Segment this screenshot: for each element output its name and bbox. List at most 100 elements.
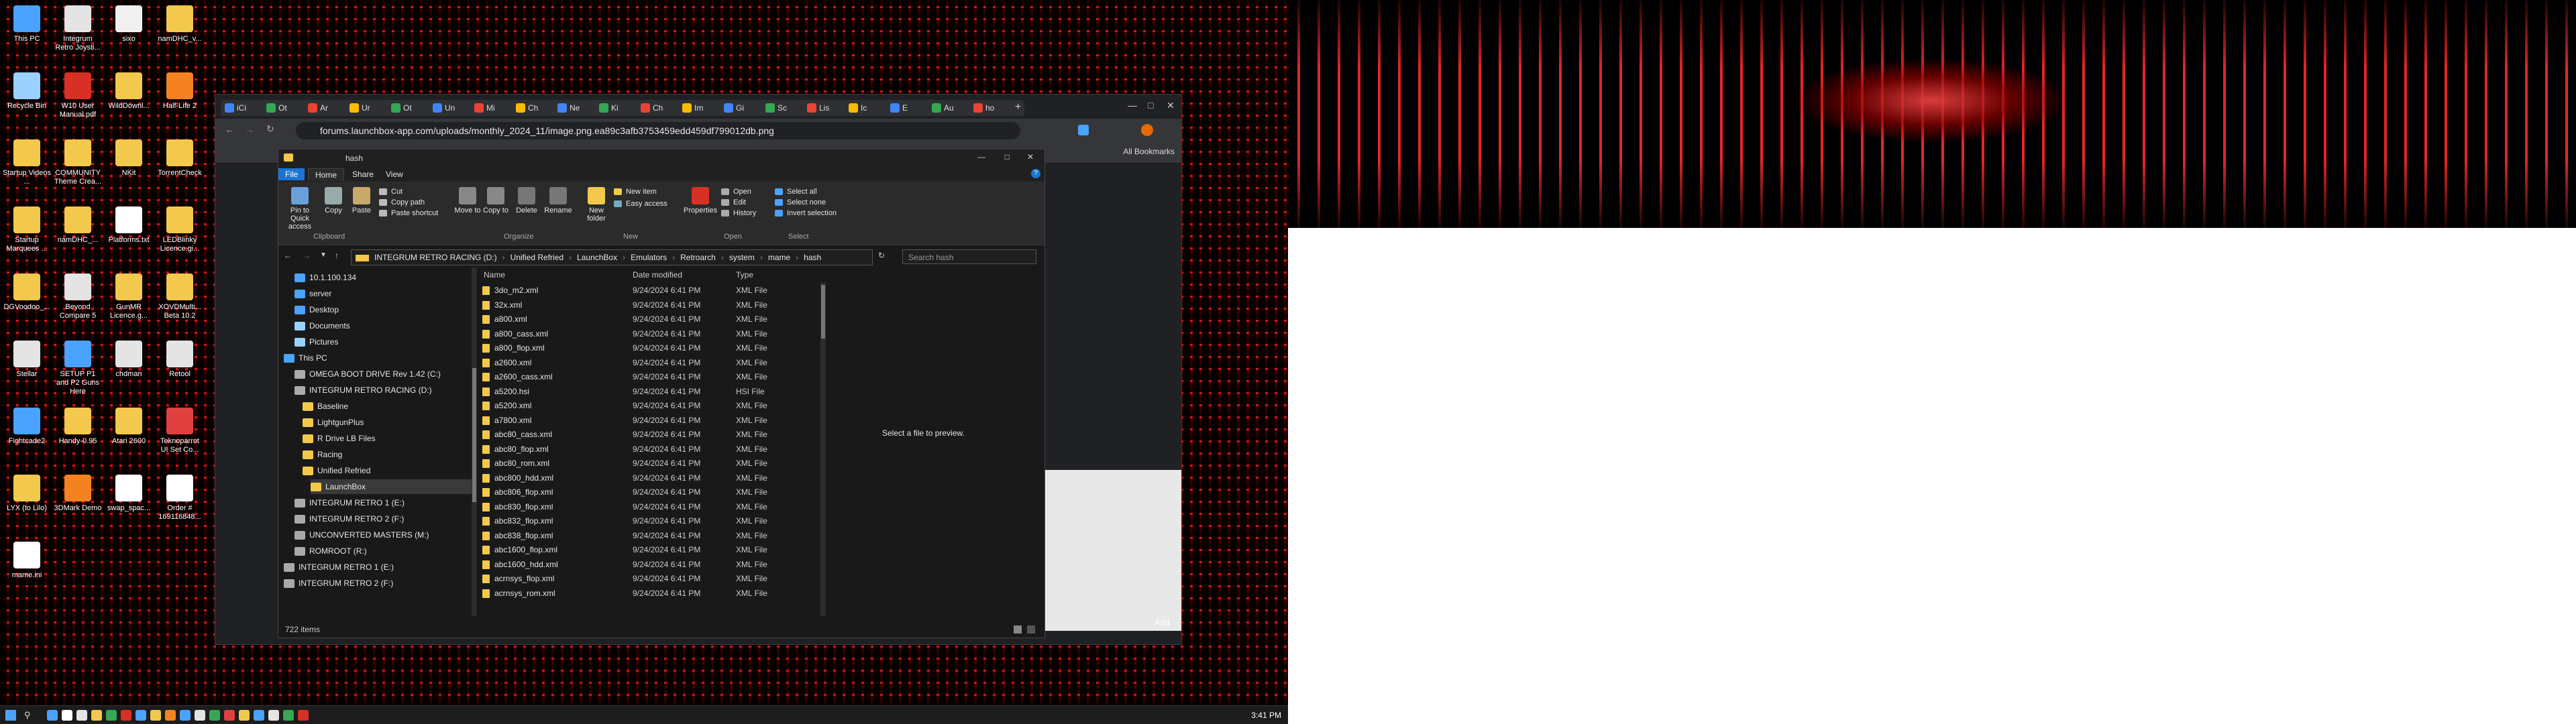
desktop-icon[interactable]: swap_spac... <box>105 472 153 534</box>
copy-path-button[interactable]: Copy path <box>379 198 425 207</box>
desktop-icon[interactable]: Teknoparrot UI Set Co... <box>156 405 204 467</box>
search-icon[interactable]: ⚲ <box>24 710 31 721</box>
breadcrumb-chevron-icon[interactable]: › <box>757 253 765 262</box>
new-item-button[interactable]: New item <box>614 187 657 196</box>
taskbar-app-icon[interactable] <box>254 710 264 721</box>
copy-to-button[interactable]: Copy to <box>482 187 509 215</box>
desktop-icon[interactable]: Order # 169116848... <box>156 472 204 534</box>
file-row[interactable]: abc830_flop.xml 9/24/2024 6:41 PM XML File <box>478 500 814 514</box>
breadcrumb-segment[interactable]: Unified Refried <box>508 253 566 262</box>
paste-button[interactable]: Paste <box>348 187 375 215</box>
tab-home[interactable]: Home <box>308 168 345 181</box>
nav-item[interactable]: This PC <box>284 351 327 365</box>
taskbar-app-icon[interactable] <box>224 710 235 721</box>
breadcrumb-chevron-icon[interactable]: › <box>566 253 574 262</box>
breadcrumb-segment[interactable]: system <box>727 253 757 262</box>
clock[interactable]: 3:41 PM <box>1251 711 1281 720</box>
desktop-icon[interactable]: Retool <box>156 338 204 400</box>
copy-button[interactable]: Copy <box>320 187 347 215</box>
select-none-button[interactable]: Select none <box>775 198 826 207</box>
breadcrumb-chevron-icon[interactable]: › <box>500 253 508 262</box>
desktop-icon[interactable]: WildDownl... <box>105 70 153 131</box>
file-row[interactable]: a800_cass.xml 9/24/2024 6:41 PM XML File <box>478 327 814 341</box>
desktop-icon[interactable]: GunMR Licence.g... <box>105 271 153 333</box>
nav-item[interactable]: INTEGRUM RETRO 1 (E:) <box>294 495 405 510</box>
desktop-icon[interactable]: Integrum Retro Joysti... <box>54 3 102 64</box>
desktop-icon[interactable]: TorrentCheck <box>156 137 204 198</box>
nav-item[interactable]: Unified Refried <box>303 463 370 478</box>
nav-item[interactable]: 10.1.100.134 <box>294 270 356 285</box>
desktop-icon[interactable]: XOVDMulti... Beta 10.2 <box>156 271 204 333</box>
history-button[interactable]: History <box>721 208 756 218</box>
file-row[interactable]: acrnsys_flop.xml 9/24/2024 6:41 PM XML Fil… <box>478 572 814 586</box>
select-all-button[interactable]: Select all <box>775 187 817 196</box>
desktop-icon[interactable]: LEDBlinky Licence.gi... <box>156 204 204 265</box>
file-row[interactable]: abc832_flop.xml 9/24/2024 6:41 PM XML File <box>478 514 814 528</box>
new-folder-button[interactable]: New folder <box>583 187 610 223</box>
taskbar-app-icon[interactable] <box>298 710 309 721</box>
nav-item[interactable]: LightgunPlus <box>303 415 364 430</box>
file-row[interactable]: a800.xml 9/24/2024 6:41 PM XML File <box>478 312 814 326</box>
taskbar-app-icon[interactable] <box>106 710 117 721</box>
forward-icon[interactable]: → <box>245 124 254 135</box>
extension-icon[interactable] <box>1078 125 1089 135</box>
file-row[interactable]: abc80_rom.xml 9/24/2024 6:41 PM XML File <box>478 457 814 471</box>
nav-scrollbar[interactable] <box>472 267 477 616</box>
forward-icon[interactable]: → <box>303 251 311 260</box>
back-icon[interactable]: ← <box>284 251 292 260</box>
tab-share[interactable]: Share <box>345 168 380 180</box>
nav-item[interactable]: OMEGA BOOT DRIVE Rev 1.42 (C:) <box>294 367 441 381</box>
taskbar-app-icon[interactable] <box>76 710 87 721</box>
nav-item[interactable]: INTEGRUM RETRO 2 (F:) <box>294 511 404 526</box>
breadcrumb-segment[interactable]: hash <box>801 253 824 262</box>
close-icon[interactable]: ✕ <box>1027 152 1034 162</box>
breadcrumb-segment[interactable]: LaunchBox <box>574 253 620 262</box>
close-icon[interactable]: ✕ <box>1167 100 1175 111</box>
taskbar-app-icon[interactable] <box>47 710 58 721</box>
taskbar-app-icon[interactable] <box>209 710 220 721</box>
rename-button[interactable]: Rename <box>543 187 574 215</box>
desktop-icon[interactable]: LYX (to Lilo) <box>3 472 51 534</box>
taskbar-app-icon[interactable] <box>136 710 146 721</box>
nav-item[interactable]: ROMROOT (R:) <box>294 544 367 558</box>
new-tab-icon[interactable]: + <box>1015 101 1021 113</box>
breadcrumb-segment[interactable]: Retroarch <box>678 253 718 262</box>
add-button[interactable]: Add <box>1155 617 1170 627</box>
search-input[interactable]: Search hash <box>902 249 1036 264</box>
file-row[interactable]: a7800.xml 9/24/2024 6:41 PM XML File <box>478 414 814 428</box>
file-row[interactable]: abc80_cass.xml 9/24/2024 6:41 PM XML File <box>478 428 814 442</box>
profile-avatar[interactable] <box>1141 124 1153 136</box>
large-icons-view-icon[interactable] <box>1027 625 1035 634</box>
tab-file[interactable]: File <box>278 168 305 180</box>
nav-item[interactable]: INTEGRUM RETRO RACING (D:) <box>294 383 432 398</box>
taskbar-app-icon[interactable] <box>283 710 294 721</box>
breadcrumb[interactable]: INTEGRUM RETRO RACING (D:) › Unified Refri… <box>351 249 873 265</box>
refresh-icon[interactable]: ↻ <box>878 251 885 260</box>
desktop-icon[interactable]: Startup Marquees ... <box>3 204 51 265</box>
desktop-icon[interactable]: SETUP P1 and P2 Guns Here <box>54 338 102 400</box>
cut-button[interactable]: Cut <box>379 187 402 196</box>
nav-item[interactable]: Pictures <box>294 335 338 349</box>
desktop-icon[interactable]: Recycle Bin <box>3 70 51 131</box>
desktop-icon[interactable]: sixo <box>105 3 153 64</box>
nav-item[interactable]: Baseline <box>303 399 348 414</box>
file-row[interactable]: 32x.xml 9/24/2024 6:41 PM XML File <box>478 298 814 312</box>
file-row[interactable]: abc1600_hdd.xml 9/24/2024 6:41 PM XML File <box>478 558 814 572</box>
taskbar-app-icon[interactable] <box>62 710 72 721</box>
file-row[interactable]: abc800_hdd.xml 9/24/2024 6:41 PM XML File <box>478 471 814 485</box>
maximize-icon[interactable]: □ <box>1148 100 1153 111</box>
nav-item[interactable]: Documents <box>294 318 350 333</box>
desktop-icon[interactable]: DGVoodoo_... <box>3 271 51 333</box>
up-icon[interactable]: ↑ <box>335 251 339 260</box>
file-scroll-thumb[interactable] <box>821 285 825 339</box>
minimize-icon[interactable]: — <box>977 152 985 162</box>
reload-icon[interactable]: ↻ <box>266 123 274 135</box>
breadcrumb-segment[interactable]: INTEGRUM RETRO RACING (D:) <box>372 253 500 262</box>
nav-item[interactable]: Racing <box>303 447 342 462</box>
desktop-icon[interactable]: chdman <box>105 338 153 400</box>
desktop-icon[interactable]: namDHC_v... <box>156 3 204 64</box>
desktop-icon[interactable]: Fightcade2 <box>3 405 51 467</box>
file-row[interactable]: abc838_flop.xml 9/24/2024 6:41 PM XML File <box>478 529 814 543</box>
desktop-icon[interactable]: Platforms.txt <box>105 204 153 265</box>
nav-item[interactable]: Desktop <box>294 302 339 317</box>
